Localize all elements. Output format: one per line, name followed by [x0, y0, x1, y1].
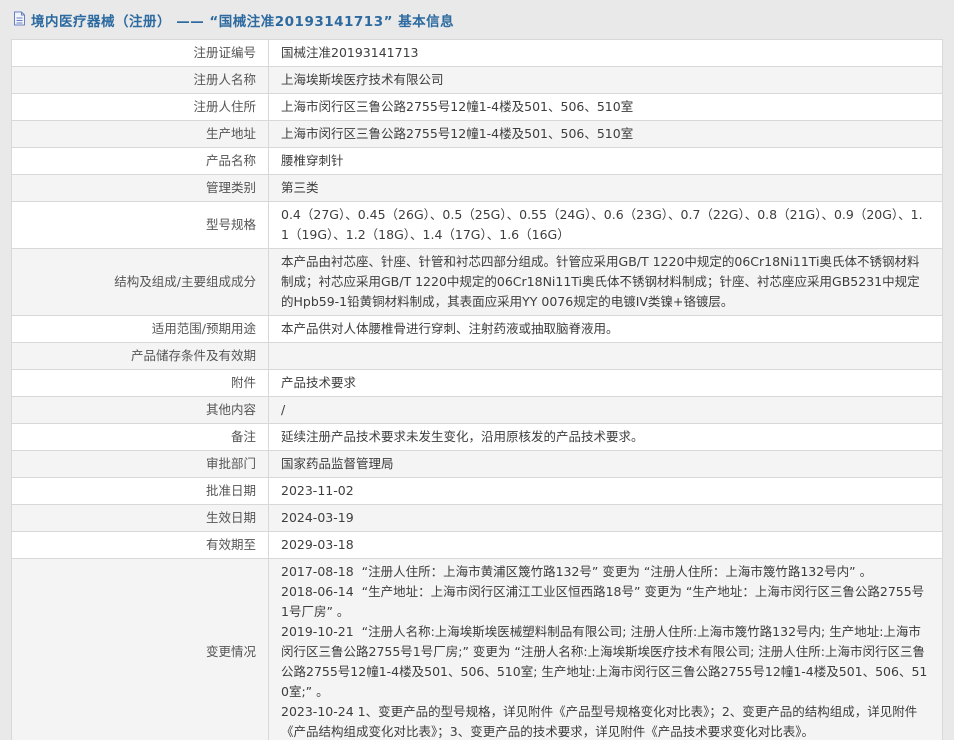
- row-label-text: 管理类别: [206, 180, 256, 195]
- row-label-text: 批准日期: [206, 483, 256, 498]
- table-row: 附件产品技术要求: [12, 370, 943, 397]
- row-value: 本产品由衬芯座、针座、针管和衬芯四部分组成。针管应采用GB/T 1220中规定的…: [269, 249, 943, 316]
- row-value: 0.4（27G）、0.45（26G）、0.5（25G）、0.55（24G）、0.…: [269, 202, 943, 249]
- row-label: 产品名称: [12, 148, 269, 175]
- table-row: 注册人名称上海埃斯埃医疗技术有限公司: [12, 67, 943, 94]
- row-label-text: 产品储存条件及有效期: [131, 348, 256, 363]
- table-row: 注册人住所上海市闵行区三鲁公路2755号12幢1-4楼及501、506、510室: [12, 94, 943, 121]
- row-value: /: [269, 397, 943, 424]
- row-label: 型号规格: [12, 202, 269, 249]
- table-row: 其他内容 /: [12, 397, 943, 424]
- table-row: 变更情况 2017-08-18 “注册人住所：上海市黄浦区篾竹路132号” 变更为…: [12, 559, 943, 740]
- row-label-text: 有效期至: [206, 537, 256, 552]
- table-row: 备注延续注册产品技术要求未发生变化，沿用原核发的产品技术要求。: [12, 424, 943, 451]
- row-label: 生效日期: [12, 505, 269, 532]
- row-label-text: 生产地址: [206, 126, 256, 141]
- document-icon: [13, 11, 26, 29]
- row-label: 注册人住所: [12, 94, 269, 121]
- row-value: 本产品供对人体腰椎骨进行穿刺、注射药液或抽取脑脊液用。: [269, 316, 943, 343]
- row-label: 批准日期: [12, 478, 269, 505]
- table-row: 生产地址上海市闵行区三鲁公路2755号12幢1-4楼及501、506、510室: [12, 121, 943, 148]
- table-row: 产品名称腰椎穿刺针: [12, 148, 943, 175]
- page-title: 境内医疗器械（注册） —— “国械注准20193141713” 基本信息: [31, 10, 454, 30]
- row-label-text: 结构及组成/主要组成成分: [114, 274, 256, 289]
- row-label: 结构及组成/主要组成成分: [12, 249, 269, 316]
- row-label-text: 注册人住所: [193, 99, 256, 114]
- row-label-text: 注册人名称: [193, 72, 256, 87]
- row-label: 注册人名称: [12, 67, 269, 94]
- row-label: 产品储存条件及有效期: [12, 343, 269, 370]
- row-value: 上海埃斯埃医疗技术有限公司: [269, 67, 943, 94]
- table-row: 管理类别第三类: [12, 175, 943, 202]
- table-row: 有效期至 2029-03-18: [12, 532, 943, 559]
- table-row: 产品储存条件及有效期: [12, 343, 943, 370]
- row-label: 其他内容: [12, 397, 269, 424]
- row-label: 生产地址: [12, 121, 269, 148]
- info-table-body: 注册证编号国械注准20193141713注册人名称上海埃斯埃医疗技术有限公司注册…: [12, 40, 943, 740]
- row-label: 管理类别: [12, 175, 269, 202]
- row-label-text: 注册证编号: [193, 45, 256, 60]
- table-row: 结构及组成/主要组成成分本产品由衬芯座、针座、针管和衬芯四部分组成。针管应采用G…: [12, 249, 943, 316]
- row-label: 适用范围/预期用途: [12, 316, 269, 343]
- row-value: 上海市闵行区三鲁公路2755号12幢1-4楼及501、506、510室: [269, 94, 943, 121]
- row-value: 延续注册产品技术要求未发生变化，沿用原核发的产品技术要求。: [269, 424, 943, 451]
- row-value: 2024-03-19: [269, 505, 943, 532]
- row-label-text: 变更情况: [206, 644, 256, 659]
- row-label-text: 生效日期: [206, 510, 256, 525]
- row-label-text: 备注: [231, 429, 256, 444]
- row-label: 变更情况: [12, 559, 269, 740]
- row-value: 2029-03-18: [269, 532, 943, 559]
- row-value: 国家药品监督管理局: [269, 451, 943, 478]
- row-label: 注册证编号: [12, 40, 269, 67]
- row-label: 附件: [12, 370, 269, 397]
- row-label-text: 适用范围/预期用途: [152, 321, 256, 336]
- row-value: 2017-08-18 “注册人住所：上海市黄浦区篾竹路132号” 变更为 “注册…: [269, 559, 943, 740]
- table-row: 生效日期 2024-03-19: [12, 505, 943, 532]
- table-row: 批准日期 2023-11-02: [12, 478, 943, 505]
- row-label: 有效期至: [12, 532, 269, 559]
- page-header: 境内医疗器械（注册） —— “国械注准20193141713” 基本信息: [0, 0, 954, 39]
- row-value: 上海市闵行区三鲁公路2755号12幢1-4楼及501、506、510室: [269, 121, 943, 148]
- row-label-text: 附件: [231, 375, 256, 390]
- table-row: 适用范围/预期用途本产品供对人体腰椎骨进行穿刺、注射药液或抽取脑脊液用。: [12, 316, 943, 343]
- row-value: 产品技术要求: [269, 370, 943, 397]
- registration-info-table: 注册证编号国械注准20193141713注册人名称上海埃斯埃医疗技术有限公司注册…: [11, 39, 943, 740]
- row-value: 腰椎穿刺针: [269, 148, 943, 175]
- row-label-text: 其他内容: [206, 402, 256, 417]
- row-label-text: 产品名称: [206, 153, 256, 168]
- table-row: 审批部门国家药品监督管理局: [12, 451, 943, 478]
- table-row: 注册证编号国械注准20193141713: [12, 40, 943, 67]
- row-value: 国械注准20193141713: [269, 40, 943, 67]
- row-label: 备注: [12, 424, 269, 451]
- row-label-text: 审批部门: [206, 456, 256, 471]
- row-value: 第三类: [269, 175, 943, 202]
- table-row: 型号规格 0.4（27G）、0.45（26G）、0.5（25G）、0.55（24G…: [12, 202, 943, 249]
- row-label-text: 型号规格: [206, 217, 256, 232]
- row-value: [269, 343, 943, 370]
- row-value: 2023-11-02: [269, 478, 943, 505]
- row-label: 审批部门: [12, 451, 269, 478]
